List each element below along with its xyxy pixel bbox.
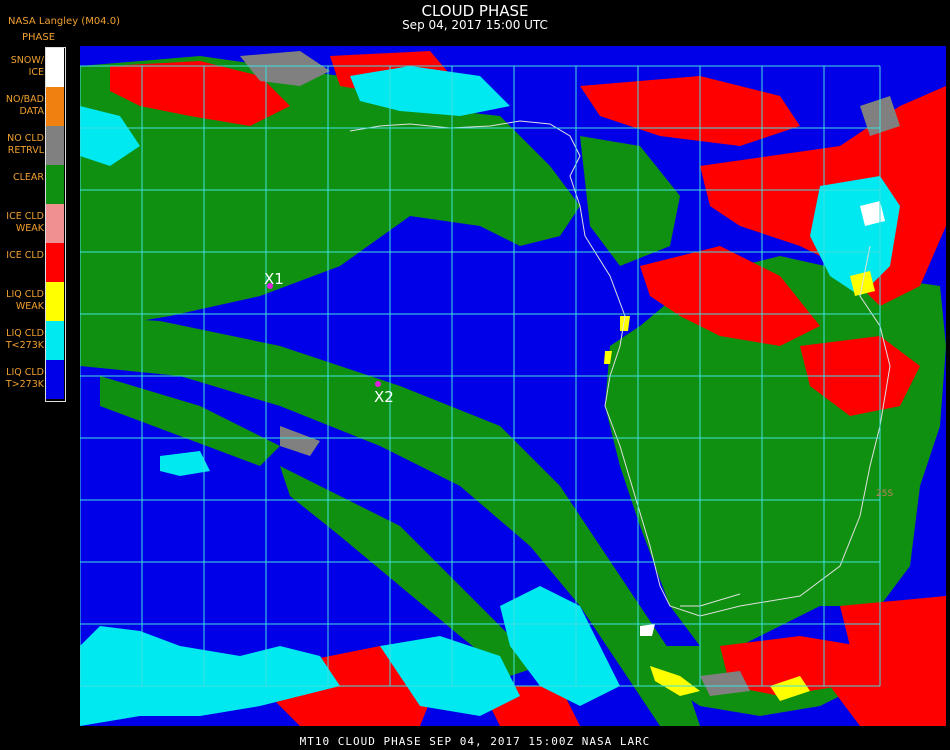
marker-x1-label: X1 xyxy=(264,270,284,288)
cloud-phase-map: X1 X2 25S xyxy=(80,46,946,726)
legend-label: ICE CLD WEAK xyxy=(6,211,44,234)
legend-label: NO/BAD DATA xyxy=(5,94,44,117)
org-label: NASA Langley (M04.0) xyxy=(8,16,120,27)
legend-label: ICE CLD xyxy=(6,250,44,261)
legend-label: LIQ CLD WEAK xyxy=(6,289,44,312)
legend-title: PHASE xyxy=(22,32,56,43)
latitude-label: 25S xyxy=(876,489,893,499)
legend-label: SNOW/ ICE xyxy=(10,55,44,78)
footer-caption: MT10 CLOUD PHASE SEP 04, 2017 15:00Z NAS… xyxy=(299,735,651,748)
legend-label: LIQ CLD T>273K xyxy=(5,367,44,390)
marker-x1: X1 xyxy=(264,270,284,289)
legend-label: NO CLD RETRVL xyxy=(7,133,44,156)
map-datetime: Sep 04, 2017 15:00 UTC xyxy=(402,18,548,32)
legend-label: CLEAR xyxy=(12,172,44,183)
legend-label: LIQ CLD T<273K xyxy=(5,328,44,351)
marker-x2-point xyxy=(375,381,381,387)
marker-x2-label: X2 xyxy=(374,388,394,406)
legend-frame xyxy=(45,47,66,402)
